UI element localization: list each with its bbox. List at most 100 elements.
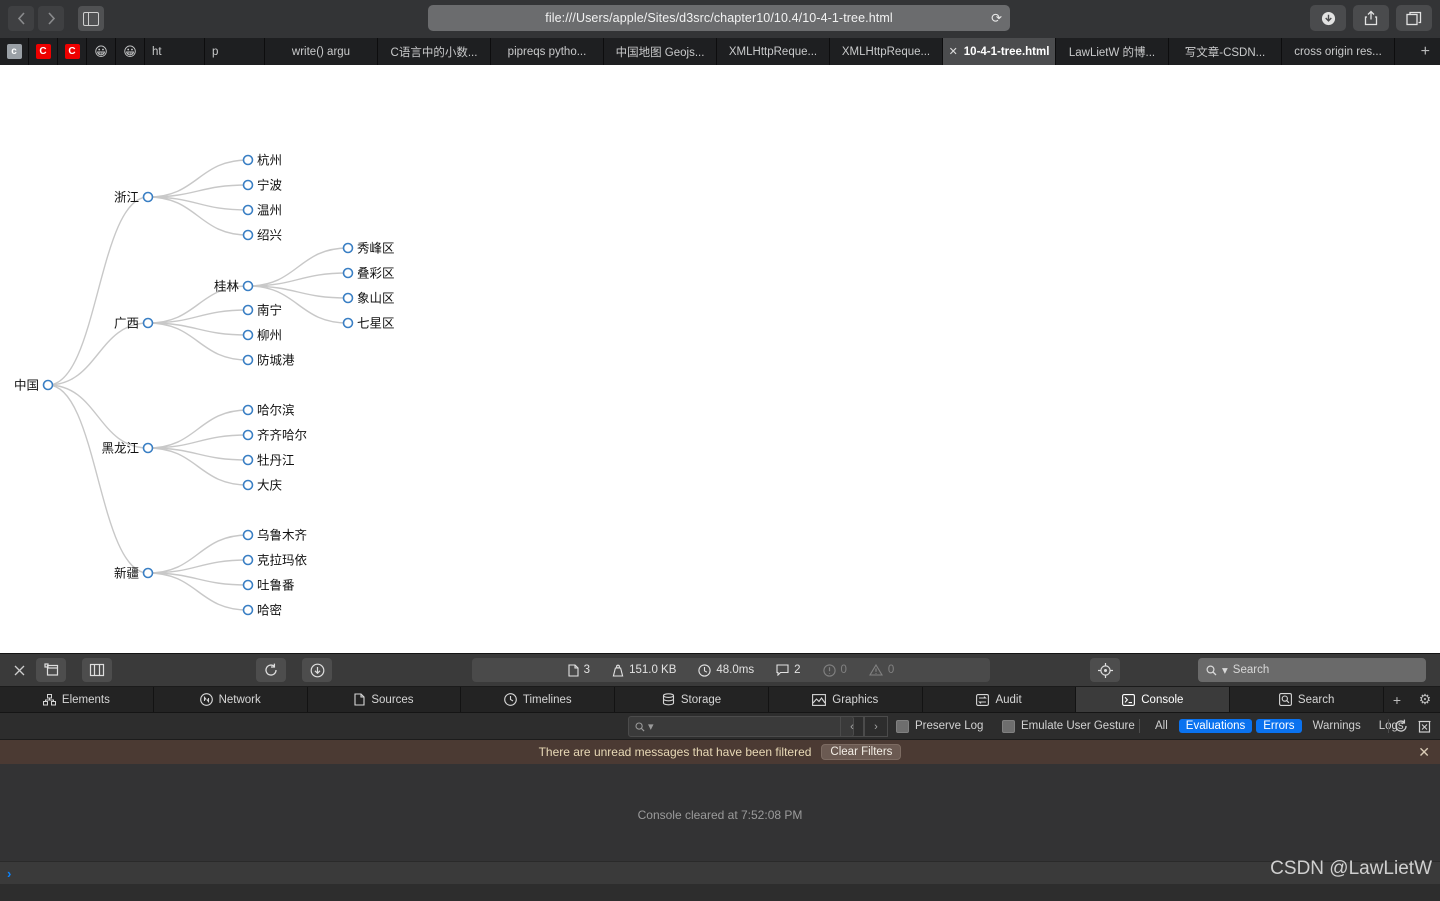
inspector-tab-search[interactable]: Search [1230,687,1384,712]
inspector-tab-timelines[interactable]: Timelines [461,687,615,712]
tree-node-circle[interactable] [244,456,253,465]
tree-node[interactable]: 叠彩区 [344,266,395,281]
console-filter-search-input[interactable]: ▾ [628,716,854,737]
tree-node[interactable]: 新疆 [114,566,153,581]
address-bar[interactable]: file:///Users/apple/Sites/d3src/chapter1… [428,5,1010,31]
browser-tab[interactable]: p [205,38,265,65]
reload-icon[interactable]: ⟳ [991,12,1002,25]
browser-tab[interactable]: C语言中的小数... [378,38,491,65]
inspector-tab-sources[interactable]: Sources [308,687,462,712]
trash-button[interactable] [1418,719,1431,738]
filter-next-button[interactable]: › [864,716,888,737]
browser-tab[interactable]: ht [145,38,205,65]
inspector-tab-elements[interactable]: Elements [0,687,154,712]
tree-node-circle[interactable] [244,331,253,340]
inspector-tab-storage[interactable]: Storage [615,687,769,712]
browser-tab[interactable]: 中国地图 Geojs... [604,38,717,65]
tree-node[interactable]: 哈尔滨 [244,403,296,418]
tree-node-circle[interactable] [144,569,153,578]
browser-tab[interactable]: c [0,38,29,65]
tree-node[interactable]: 乌鲁木齐 [244,528,308,543]
gear-icon[interactable]: ⚙ [1419,691,1432,708]
share-button[interactable] [1353,5,1389,31]
tree-node[interactable]: 绍兴 [244,228,283,243]
browser-tab[interactable]: 😀 [116,38,145,65]
tree-node-circle[interactable] [344,244,353,253]
tree-node-circle[interactable] [144,193,153,202]
dock-side-button[interactable] [82,658,112,682]
tree-node-circle[interactable] [44,381,53,390]
inspector-tab-network[interactable]: Network [154,687,308,712]
browser-tab[interactable]: C [58,38,87,65]
console-level-warnings[interactable]: Warnings [1306,719,1368,733]
tree-node-circle[interactable] [244,282,253,291]
tree-node[interactable]: 吐鲁番 [244,578,296,593]
tree-node-circle[interactable] [244,481,253,490]
tree-node-circle[interactable] [244,606,253,615]
tree-node-circle[interactable] [244,406,253,415]
tree-node[interactable]: 大庆 [244,478,283,493]
tree-node-circle[interactable] [244,206,253,215]
browser-tab[interactable]: 😀 [87,38,116,65]
tab-overview-button[interactable] [1396,5,1432,31]
banner-close-icon[interactable]: ✕ [1418,744,1430,761]
tree-node-circle[interactable] [244,431,253,440]
tree-node[interactable]: 象山区 [344,291,395,306]
forward-button[interactable] [38,6,64,31]
browser-tab[interactable]: LawLietW 的博... [1056,38,1169,65]
tree-node-circle[interactable] [244,156,253,165]
tree-node[interactable]: 杭州 [244,153,283,168]
browser-tab[interactable]: pipreqs pytho... [491,38,604,65]
tree-node-circle[interactable] [244,231,253,240]
tree-node[interactable]: 黑龙江 [101,441,152,456]
tree-node[interactable]: 浙江 [114,190,153,205]
tree-node-circle[interactable] [144,319,153,328]
tree-node-circle[interactable] [244,556,253,565]
tree-node-circle[interactable] [244,181,253,190]
tree-node-circle[interactable] [344,294,353,303]
tree-node[interactable]: 宁波 [244,178,283,193]
tree-node[interactable]: 哈密 [244,603,283,618]
new-tab-button[interactable]: + [1395,38,1440,65]
browser-tab[interactable]: write() argu [265,38,378,65]
tree-node-circle[interactable] [244,531,253,540]
tree-node[interactable]: 克拉玛依 [244,553,308,568]
tree-node-circle[interactable] [244,306,253,315]
tree-node[interactable]: 防城港 [244,353,296,368]
tree-node[interactable]: 中国 [14,378,53,393]
close-inspector-button[interactable] [8,658,30,682]
tree-node[interactable]: 柳州 [244,328,283,343]
preserve-log-checkbox[interactable]: Preserve Log [896,720,983,733]
sidebar-toggle-button[interactable] [78,6,104,31]
filter-prev-button[interactable]: ‹ [840,716,864,737]
tree-node[interactable]: 牡丹江 [244,453,295,468]
browser-tab[interactable]: cross origin res... [1282,38,1395,65]
tree-node[interactable]: 秀峰区 [344,241,395,256]
inspector-tab-audit[interactable]: Audit [923,687,1077,712]
tab-close-icon[interactable]: ✕ [949,45,958,58]
tree-node-circle[interactable] [144,444,153,453]
add-inspector-tab-button[interactable]: + [1393,692,1401,708]
console-level-evaluations[interactable]: Evaluations [1179,719,1252,733]
tree-node[interactable]: 齐齐哈尔 [244,428,308,443]
tree-node-circle[interactable] [244,581,253,590]
browser-tab[interactable]: C [29,38,58,65]
inspector-tab-console[interactable]: Console [1076,687,1230,712]
clear-console-refresh-button[interactable] [1394,719,1408,738]
download-button[interactable] [302,658,332,682]
back-button[interactable] [8,6,34,31]
inspector-tab-graphics[interactable]: Graphics [769,687,923,712]
browser-tab[interactable]: XMLHttpReque... [717,38,830,65]
tree-node[interactable]: 广西 [114,316,153,331]
inspector-search-input[interactable]: ▾ Search [1198,658,1426,682]
browser-tab-active[interactable]: ✕10-4-1-tree.html [943,38,1056,65]
console-prompt[interactable]: › [0,861,1440,884]
console-level-errors[interactable]: Errors [1256,719,1301,733]
tree-node[interactable]: 桂林 [214,279,253,294]
browser-tab[interactable]: XMLHttpReque... [830,38,943,65]
reload-page-button[interactable] [256,658,286,682]
tree-node[interactable]: 七星区 [344,316,395,331]
dock-bottom-button[interactable] [36,658,66,682]
emulate-user-gesture-checkbox[interactable]: Emulate User Gesture [1002,720,1135,733]
tree-node-circle[interactable] [344,269,353,278]
